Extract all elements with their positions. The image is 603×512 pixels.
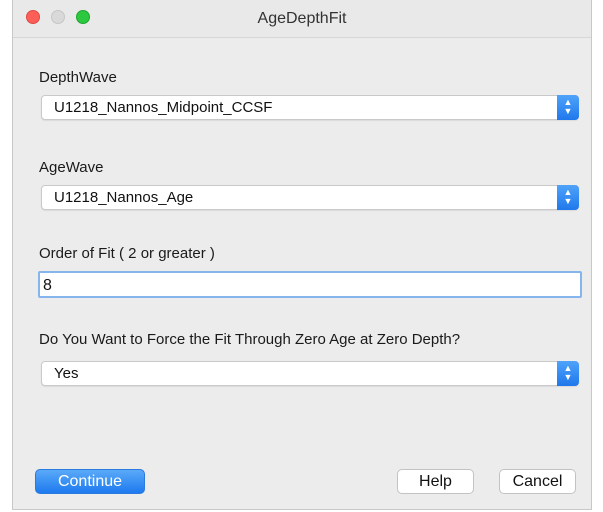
- depthwave-select[interactable]: U1218_Nannos_Midpoint_CCSF ▲ ▼: [41, 95, 579, 120]
- force-zero-select-value: Yes: [54, 365, 79, 382]
- depthwave-label: DepthWave: [39, 69, 117, 86]
- cancel-button[interactable]: Cancel: [499, 469, 576, 494]
- force-zero-label: Do You Want to Force the Fit Through Zer…: [39, 331, 461, 348]
- agewave-select[interactable]: U1218_Nannos_Age ▲ ▼: [41, 185, 579, 210]
- order-of-fit-label: Order of Fit ( 2 or greater ): [39, 245, 215, 262]
- title-bar: AgeDepthFit: [13, 0, 591, 38]
- help-button[interactable]: Help: [397, 469, 474, 494]
- depthwave-select-value: U1218_Nannos_Midpoint_CCSF: [54, 99, 273, 116]
- dialog-window: AgeDepthFit DepthWave U1218_Nannos_Midpo…: [12, 0, 592, 510]
- agewave-select-value: U1218_Nannos_Age: [54, 189, 194, 206]
- window-title: AgeDepthFit: [257, 10, 347, 27]
- up-down-chevron-icon[interactable]: ▲ ▼: [557, 361, 579, 386]
- order-of-fit-input[interactable]: [38, 271, 582, 298]
- agewave-label: AgeWave: [39, 159, 104, 176]
- force-zero-select[interactable]: Yes ▲ ▼: [41, 361, 579, 386]
- up-down-chevron-icon[interactable]: ▲ ▼: [557, 185, 579, 210]
- continue-button[interactable]: Continue: [35, 469, 145, 494]
- up-down-chevron-icon[interactable]: ▲ ▼: [557, 95, 579, 120]
